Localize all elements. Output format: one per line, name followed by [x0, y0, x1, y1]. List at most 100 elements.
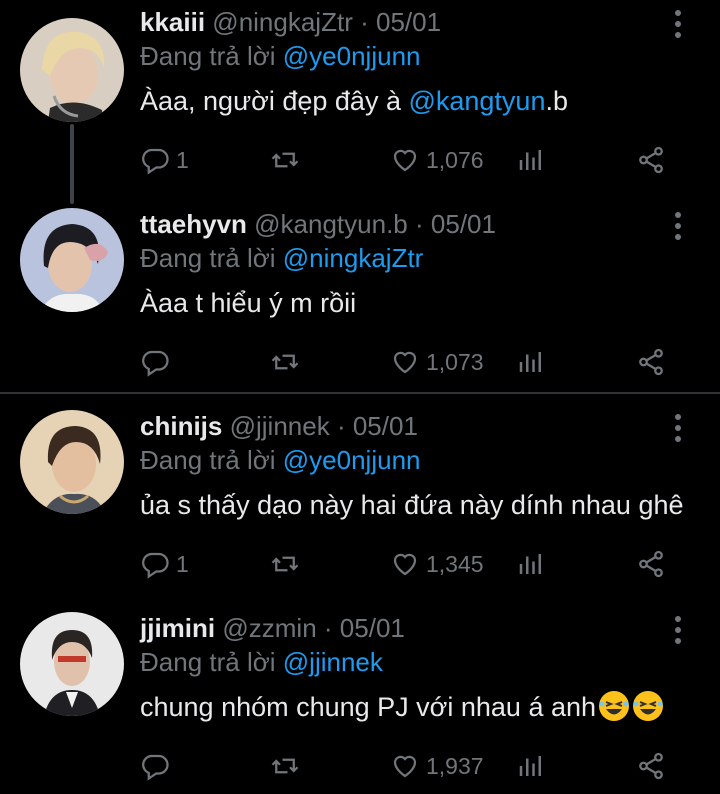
tweet-header: kkaiii @ningkajZtr · 05/01 — [140, 6, 441, 38]
share-icon — [639, 752, 663, 780]
avatar-image — [20, 18, 124, 122]
action-bar: 1,937 — [140, 746, 680, 786]
more-icon[interactable] — [668, 414, 688, 448]
avatar[interactable] — [20, 208, 124, 312]
retweet-button[interactable] — [270, 140, 300, 180]
tweet-date[interactable]: 05/01 — [340, 613, 405, 643]
like-count: 1,076 — [426, 146, 484, 173]
reply-button[interactable]: 1 — [140, 544, 189, 584]
tweet-2[interactable]: ttaehyvn @kangtyun.b · 05/01 Đang trả lờ… — [0, 202, 720, 390]
user-handle[interactable]: @jjinnek — [230, 411, 330, 441]
avatar[interactable] — [20, 18, 124, 122]
tweet-date[interactable]: 05/01 — [353, 411, 418, 441]
separator: · — [336, 411, 346, 441]
reply-icon — [142, 754, 169, 781]
replying-mention[interactable]: @ye0njjunn — [283, 445, 421, 475]
share-button[interactable] — [636, 544, 666, 584]
like-icon — [393, 351, 417, 374]
like-button[interactable]: 1,937 — [390, 746, 484, 786]
more-icon[interactable] — [668, 212, 688, 246]
separator: · — [415, 209, 424, 239]
reply-icon — [142, 148, 169, 175]
like-button[interactable]: 1,345 — [390, 544, 484, 584]
like-button[interactable]: 1,073 — [390, 342, 484, 382]
replying-to: Đang trả lời @jjinnek — [140, 646, 383, 678]
divider — [0, 392, 720, 394]
stats-icon — [519, 554, 541, 574]
replying-to: Đang trả lời @ningkajZtr — [140, 242, 423, 274]
reply-icon — [142, 350, 169, 377]
separator: · — [360, 7, 369, 37]
retweet-icon — [271, 354, 299, 370]
stats-button[interactable] — [516, 544, 546, 584]
reply-count: 1 — [176, 550, 189, 577]
share-button[interactable] — [636, 342, 666, 382]
share-icon — [639, 348, 663, 376]
like-icon — [393, 755, 417, 778]
laughing-emoji — [599, 691, 630, 721]
reply-button[interactable]: 1 — [140, 140, 189, 180]
tweet-text: chung nhóm chung PJ với nhau á anh — [140, 692, 597, 722]
replying-to: Đang trả lời @ye0njjunn — [140, 444, 421, 476]
tweet-1[interactable]: kkaiii @ningkajZtr · 05/01 Đang trả lời … — [0, 0, 720, 196]
more-icon[interactable] — [668, 616, 688, 650]
tweet-header: ttaehyvn @kangtyun.b · 05/01 — [140, 208, 496, 240]
stats-icon — [519, 352, 541, 372]
retweet-icon — [271, 758, 299, 774]
action-bar: 1,073 — [140, 342, 680, 382]
replying-mention[interactable]: @ningkajZtr — [283, 243, 424, 273]
replying-mention[interactable]: @jjinnek — [283, 647, 383, 677]
share-button[interactable] — [636, 746, 666, 786]
like-count: 1,345 — [426, 550, 484, 577]
stats-icon — [519, 150, 541, 170]
stats-icon — [519, 756, 541, 776]
reply-button[interactable] — [140, 746, 176, 786]
retweet-button[interactable] — [270, 746, 300, 786]
replying-mention[interactable]: @ye0njjunn — [283, 41, 421, 71]
user-handle[interactable]: @ningkajZtr — [212, 7, 353, 37]
avatar[interactable] — [20, 410, 124, 514]
tweet-text-part: Àaa, người đẹp đây à — [140, 86, 409, 116]
replying-prefix: Đang trả lời — [140, 41, 283, 71]
action-bar: 1 1,345 — [140, 544, 680, 584]
reply-icon — [142, 552, 169, 579]
tweet-text-part: .b — [545, 86, 568, 116]
replying-prefix: Đang trả lời — [140, 445, 283, 475]
like-icon — [393, 149, 417, 172]
more-icon[interactable] — [668, 10, 688, 44]
avatar[interactable] — [20, 612, 124, 716]
retweet-icon — [271, 152, 299, 168]
share-icon — [639, 550, 663, 578]
user-handle[interactable]: @zzmin — [222, 613, 316, 643]
share-button[interactable] — [636, 140, 666, 180]
tweet-date[interactable]: 05/01 — [376, 7, 441, 37]
laughing-emoji — [633, 691, 664, 721]
retweet-button[interactable] — [270, 544, 300, 584]
stats-button[interactable] — [516, 746, 546, 786]
display-name[interactable]: kkaiii — [140, 7, 205, 37]
like-icon — [393, 553, 417, 576]
share-icon — [639, 146, 663, 174]
user-handle[interactable]: @kangtyun.b — [254, 209, 408, 239]
display-name[interactable]: ttaehyvn — [140, 209, 247, 239]
tweet-text: Àaa t hiểu ý m rồii — [140, 288, 357, 318]
retweet-button[interactable] — [270, 342, 300, 382]
like-button[interactable]: 1,076 — [390, 140, 484, 180]
reply-count: 1 — [176, 146, 189, 173]
display-name[interactable]: jjimini — [140, 613, 215, 643]
replying-to: Đang trả lời @ye0njjunn — [140, 40, 421, 72]
tweet-4[interactable]: jjimini @zzmin · 05/01 Đang trả lời @jji… — [0, 606, 720, 794]
action-bar: 1 1,076 — [140, 140, 680, 180]
tweet-date[interactable]: 05/01 — [431, 209, 496, 239]
display-name[interactable]: chinijs — [140, 411, 222, 441]
tweet-3[interactable]: chinijs @jjinnek · 05/01 Đang trả lời @y… — [0, 404, 720, 600]
stats-button[interactable] — [516, 342, 546, 382]
tweet-mention[interactable]: @kangtyun — [408, 86, 545, 116]
like-count: 1,073 — [426, 348, 484, 375]
stats-button[interactable] — [516, 140, 546, 180]
avatar-image — [20, 612, 124, 716]
tweet-text-row: chung nhóm chung PJ với nhau á anh — [140, 690, 664, 724]
tweet-header: jjimini @zzmin · 05/01 — [140, 612, 405, 644]
retweet-icon — [271, 556, 299, 572]
reply-button[interactable] — [140, 342, 176, 382]
